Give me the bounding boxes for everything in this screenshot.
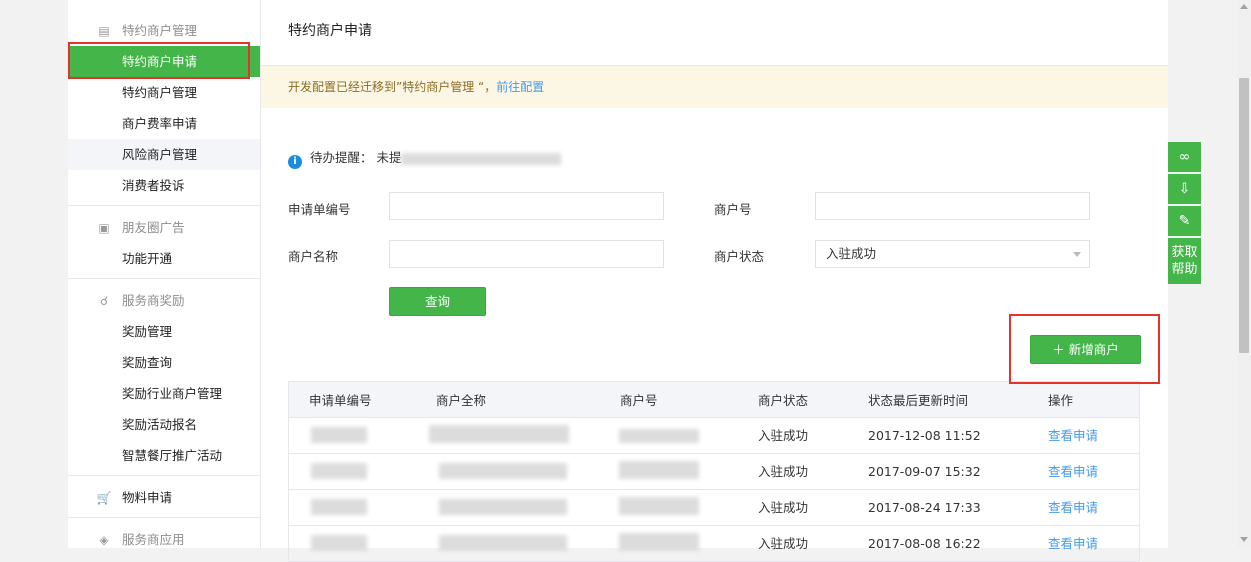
sidebar-item-smart-restaurant[interactable]: 智慧餐厅推广活动 (68, 440, 260, 471)
group-moments-ads: ▣ 朋友圈广告 功能开通 (68, 212, 260, 274)
blurred-apply-no (311, 463, 367, 479)
merchant-table: 申请单编号 商户全称 商户号 商户状态 状态最后更新时间 操作 入驻成功 201… (288, 381, 1140, 562)
col-merchant-status: 商户状态 (758, 393, 809, 408)
merchant-name-label: 商户名称 (288, 249, 339, 264)
col-merchant-fullname: 商户全称 (436, 393, 487, 408)
cube-icon: ◈ (99, 533, 109, 547)
apply-no-label: 申请单编号 (288, 202, 351, 217)
divider (68, 278, 260, 279)
notice-config-link[interactable]: 前往配置 (496, 80, 544, 94)
link-icon[interactable]: ∞ (1168, 142, 1201, 172)
blurred-merchant-name (439, 499, 567, 515)
blurred-content (401, 152, 562, 165)
blurred-merchant-no (619, 461, 699, 479)
main-panel: 特约商户申请 开发配置已经迁移到”特约商户管理 “，前往配置 i 待办提醒： 未提… (261, 0, 1168, 562)
merchant-status-select[interactable]: 入驻成功 (815, 240, 1090, 268)
blurred-apply-no (311, 427, 367, 443)
group-provider-rewards: ☌ 服务商奖励 奖励管理 奖励查询 奖励行业商户管理 奖励活动报名 智慧餐厅推广… (68, 285, 260, 471)
view-application-link[interactable]: 查看申请 (1048, 464, 1098, 479)
blurred-merchant-name (439, 463, 567, 479)
migration-notice: 开发配置已经迁移到”特约商户管理 “，前往配置 (261, 66, 1168, 108)
reminder-text: 待办提醒： 未提 (310, 150, 402, 165)
merchant-status-label: 商户状态 (714, 249, 765, 264)
floating-help-bar: ∞ ⇩ ✎ 获取帮助 (1168, 142, 1201, 284)
table-header: 申请单编号 商户全称 商户号 商户状态 状态最后更新时间 操作 (288, 381, 1140, 418)
view-application-link[interactable]: 查看申请 (1048, 536, 1098, 551)
merchant-no-label: 商户号 (714, 202, 752, 217)
merchant-no-input[interactable] (815, 192, 1090, 220)
blurred-merchant-no (619, 429, 699, 443)
scroll-down-arrow-icon[interactable] (1240, 537, 1248, 542)
blurred-apply-no (311, 535, 367, 551)
view-application-link[interactable]: 查看申请 (1048, 500, 1098, 515)
sidebar-item-rate-apply[interactable]: 商户费率申请 (68, 108, 260, 139)
sidebar-item-risk-merchant[interactable]: 风险商户管理 (68, 139, 260, 170)
divider (68, 517, 260, 518)
query-button[interactable]: 查询 (389, 287, 486, 316)
sidebar-item-reward-query[interactable]: 奖励查询 (68, 347, 260, 378)
get-help-button[interactable]: 获取帮助 (1168, 238, 1201, 284)
cart-icon: 🛒 (96, 491, 112, 505)
time-cell: 2017-09-07 15:32 (868, 464, 981, 479)
blurred-merchant-name (439, 535, 567, 551)
notice-text: 开发配置已经迁移到”特约商户管理 “， (288, 80, 497, 94)
page-title: 特约商户申请 (261, 0, 1168, 66)
blurred-merchant-name (429, 425, 569, 443)
table-row: 入驻成功 2017-09-07 15:32 查看申请 (288, 454, 1140, 490)
col-merchant-no: 商户号 (620, 393, 658, 408)
table-row: 入驻成功 2017-08-08 16:22 查看申请 (288, 526, 1140, 562)
download-icon[interactable]: ⇩ (1168, 174, 1201, 204)
award-icon: ☌ (99, 294, 109, 308)
view-application-link[interactable]: 查看申请 (1048, 428, 1098, 443)
sidebar-item-enable-feature[interactable]: 功能开通 (68, 243, 260, 274)
sidebar-item-reward-signup[interactable]: 奖励活动报名 (68, 409, 260, 440)
divider (68, 475, 260, 476)
time-cell: 2017-08-08 16:22 (868, 536, 981, 551)
status-cell: 入驻成功 (758, 464, 809, 479)
col-actions: 操作 (1048, 393, 1074, 408)
scroll-up-arrow-icon[interactable] (1240, 4, 1248, 9)
scrollbar[interactable] (1237, 0, 1251, 548)
divider (68, 205, 260, 206)
merchant-name-input[interactable] (389, 240, 664, 268)
table-row: 入驻成功 2017-08-24 17:33 查看申请 (288, 490, 1140, 526)
status-cell: 入驻成功 (758, 500, 809, 515)
sidebar-item-materials[interactable]: 🛒 物料申请 (68, 482, 260, 513)
col-last-update: 状态最后更新时间 (868, 393, 969, 408)
sidebar-nav: ▤ 特约商户管理 特约商户申请 特约商户管理 商户费率申请 风险商户管理 消费者… (68, 0, 261, 548)
group-title: ◈ 服务商应用 (68, 524, 260, 555)
status-cell: 入驻成功 (758, 536, 809, 551)
blurred-merchant-no (619, 497, 699, 515)
group-title: ▣ 朋友圈广告 (68, 212, 260, 243)
edit-icon[interactable]: ✎ (1168, 206, 1201, 236)
group-materials: 🛒 物料申请 (68, 482, 260, 513)
col-apply-no: 申请单编号 (309, 393, 372, 408)
scroll-thumb[interactable] (1239, 78, 1249, 353)
status-cell: 入驻成功 (758, 428, 809, 443)
sidebar-item-reward-manage[interactable]: 奖励管理 (68, 316, 260, 347)
time-cell: 2017-08-24 17:33 (868, 500, 981, 515)
blurred-apply-no (311, 499, 367, 515)
chevron-down-icon (1073, 252, 1081, 257)
sidebar-item-complaints[interactable]: 消费者投诉 (68, 170, 260, 201)
merchant-status-value: 入驻成功 (826, 246, 877, 261)
highlight-box-add-button (1009, 314, 1160, 384)
table-row: 入驻成功 2017-12-08 11:52 查看申请 (288, 418, 1140, 454)
store-icon: ▤ (98, 24, 110, 38)
group-title: ☌ 服务商奖励 (68, 285, 260, 316)
highlight-box-sidebar (68, 42, 250, 79)
group-provider-apps: ◈ 服务商应用 (68, 524, 260, 555)
apply-no-input[interactable] (389, 192, 664, 220)
time-cell: 2017-12-08 11:52 (868, 428, 981, 443)
sidebar-item-merchant-manage[interactable]: 特约商户管理 (68, 77, 260, 108)
todo-reminder: i 待办提醒： 未提 (288, 147, 562, 169)
blurred-merchant-no (619, 533, 699, 551)
ad-icon: ▣ (98, 221, 110, 235)
info-icon: i (288, 155, 302, 169)
sidebar-item-reward-industry[interactable]: 奖励行业商户管理 (68, 378, 260, 409)
